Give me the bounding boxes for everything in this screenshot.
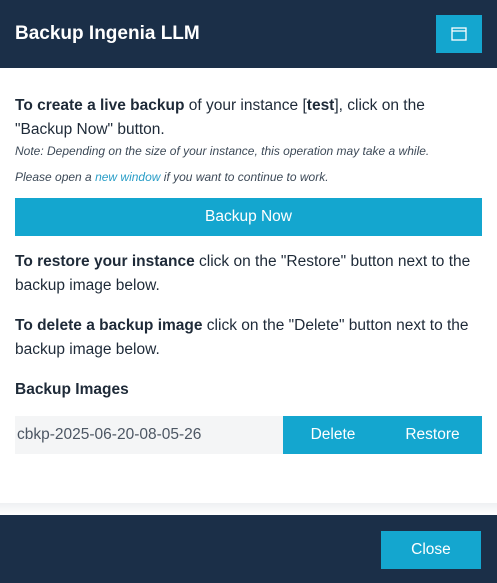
new-window-note-a: Please open a bbox=[15, 170, 96, 184]
live-backup-lead: To create a live backup bbox=[15, 97, 185, 114]
live-backup-text-a: of your instance [ bbox=[184, 97, 307, 114]
delete-button[interactable]: Delete bbox=[283, 416, 383, 454]
dialog-footer: Close bbox=[0, 515, 497, 583]
live-backup-instructions: To create a live backup of your instance… bbox=[15, 94, 482, 142]
backup-images-title: Backup Images bbox=[15, 381, 129, 398]
new-window-note-b: if you want to continue to work. bbox=[160, 170, 329, 184]
new-window-note: Please open a new window if you want to … bbox=[15, 170, 482, 184]
dialog-title: Backup Ingenia LLM bbox=[15, 23, 200, 44]
window-maximize-icon bbox=[451, 27, 467, 41]
delete-lead: To delete a backup image bbox=[15, 317, 203, 334]
restore-instructions: To restore your instance click on the "R… bbox=[15, 250, 482, 298]
footer-divider bbox=[0, 503, 497, 515]
dialog-body: To create a live backup of your instance… bbox=[15, 68, 482, 454]
backup-now-button[interactable]: Backup Now bbox=[15, 198, 482, 236]
instance-name: test bbox=[306, 97, 335, 114]
backup-image-name: cbkp-2025-06-20-08-05-26 bbox=[17, 426, 202, 443]
maximize-button[interactable] bbox=[436, 15, 482, 53]
restore-lead: To restore your instance bbox=[15, 253, 195, 270]
backup-image-row: cbkp-2025-06-20-08-05-26 Delete Restore bbox=[15, 416, 482, 454]
restore-button[interactable]: Restore bbox=[383, 416, 482, 454]
duration-note: Note: Depending on the size of your inst… bbox=[15, 144, 430, 158]
delete-instructions: To delete a backup image click on the "D… bbox=[15, 314, 482, 362]
dialog-header: Backup Ingenia LLM bbox=[0, 0, 497, 68]
close-button[interactable]: Close bbox=[381, 531, 481, 569]
new-window-link[interactable]: new window bbox=[95, 170, 160, 184]
